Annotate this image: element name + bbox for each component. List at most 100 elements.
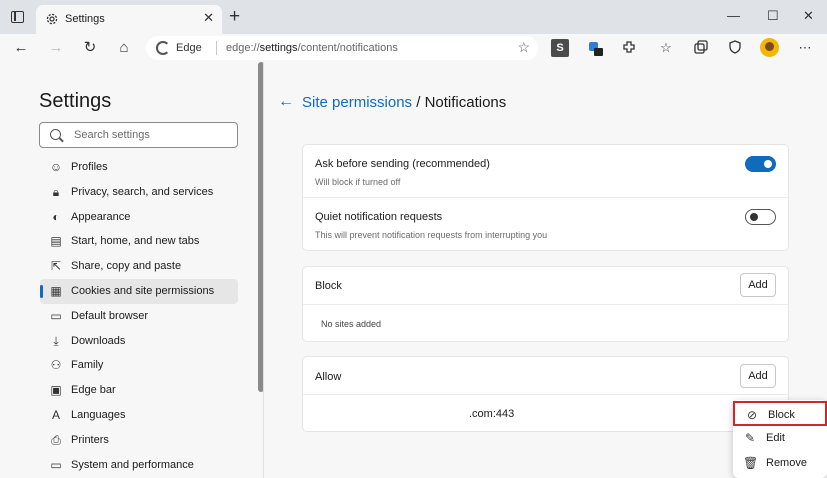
sidebar-item-privacy-search-and-services[interactable]: 🔒︎ Privacy, search, and services	[40, 180, 238, 205]
system-icon: ▭	[50, 458, 62, 472]
settings-title: Settings	[39, 90, 112, 112]
sidebar-item-label: Privacy, search, and services	[71, 186, 214, 198]
sidebar-item-label: Appearance	[71, 211, 131, 223]
ask-before-sending-title: Ask before sending (recommended)	[315, 158, 490, 170]
collections-icon[interactable]	[692, 39, 710, 57]
home-button[interactable]: ⌂	[113, 37, 135, 59]
block-title: Block	[315, 280, 342, 292]
block-add-button[interactable]: Add	[740, 273, 776, 297]
appearance-icon: ◐	[52, 210, 60, 224]
maximize-button[interactable]: ☐	[767, 8, 779, 24]
extensions-icon[interactable]	[620, 39, 638, 57]
lock-icon: 🔒︎	[52, 185, 60, 199]
menu-item-remove[interactable]: 🗑︎ Remove	[733, 451, 827, 476]
sidebar-item-family[interactable]: ⚇ Family	[40, 353, 238, 378]
url-text[interactable]: edge://settings/content/notifications	[226, 42, 398, 54]
more-options-icon[interactable]: ⋯	[796, 39, 814, 57]
menu-item-edit[interactable]: ✎ Edit	[733, 426, 827, 451]
breadcrumb: Site permissions / Notifications	[302, 94, 506, 111]
new-tab-button[interactable]: +	[229, 7, 240, 27]
quiet-requests-title: Quiet notification requests	[315, 211, 443, 223]
tab-settings[interactable]: Settings ✕	[36, 5, 222, 34]
trash-icon: 🗑︎	[743, 456, 759, 470]
url-scheme: edge://	[226, 42, 260, 54]
site-context-menu: ⊘ Block ✎ Edit 🗑︎ Remove	[733, 400, 827, 478]
sidebar-item-profiles[interactable]: ☺ Profiles	[40, 155, 238, 180]
menu-label-edit: Edit	[766, 432, 785, 444]
search-box[interactable]	[39, 122, 238, 148]
notification-settings-card: Ask before sending (recommended) Will bl…	[302, 144, 789, 251]
sidebar-item-appearance[interactable]: ◐ Appearance	[40, 205, 238, 230]
menu-label-block: Block	[768, 409, 795, 421]
sidebar-item-start-home-and-new-tabs[interactable]: ▤ Start, home, and new tabs	[40, 229, 238, 254]
edge-logo-icon	[156, 41, 170, 55]
menu-item-block[interactable]: ⊘ Block	[733, 401, 827, 426]
sidebar-item-label: Start, home, and new tabs	[71, 235, 200, 247]
printer-icon: ⎙	[51, 433, 61, 447]
search-input[interactable]	[74, 123, 234, 147]
breadcrumb-site-permissions[interactable]: Site permissions	[302, 94, 412, 111]
languages-icon: A	[51, 408, 60, 422]
extension-s-icon[interactable]: S	[551, 39, 569, 57]
allow-add-button[interactable]: Add	[740, 364, 776, 388]
allow-title: Allow	[315, 371, 342, 383]
minimize-button[interactable]: —	[727, 8, 740, 24]
sidebar-item-label: Share, copy and paste	[71, 260, 182, 272]
page-title: Notifications	[424, 94, 507, 111]
sidebar-item-label: Printers	[71, 434, 109, 446]
allowed-site: .com:443	[469, 408, 515, 420]
browser-essentials-icon[interactable]	[726, 39, 744, 57]
browser-icon: ▭	[50, 309, 62, 323]
download-icon: ⤓	[53, 334, 59, 348]
sidebar-item-label: Cookies and site permissions	[71, 285, 215, 297]
avatar[interactable]	[760, 38, 779, 57]
quiet-requests-toggle[interactable]	[745, 209, 776, 225]
sidebar-item-share-copy-and-paste[interactable]: ⇱ Share, copy and paste	[40, 254, 238, 279]
sidebar-item-default-browser[interactable]: ▭ Default browser	[40, 304, 238, 329]
card-divider	[303, 304, 788, 305]
tab-close-icon[interactable]: ✕	[203, 11, 214, 25]
menu-label-remove: Remove	[766, 457, 807, 469]
sidebar-item-label: Edge bar	[71, 384, 116, 396]
block-card: Block Add No sites added	[302, 266, 789, 342]
close-window-button[interactable]: ✕	[803, 8, 814, 24]
card-divider	[303, 197, 788, 198]
refresh-button[interactable]: ↻	[79, 37, 101, 59]
extension-badge-icon[interactable]	[586, 39, 604, 57]
pencil-icon: ✎	[744, 431, 756, 445]
sidebar-item-languages[interactable]: A Languages	[40, 403, 238, 428]
address-divider	[216, 41, 217, 55]
address-bar[interactable]: Edge edge://settings/content/notificatio…	[146, 36, 538, 60]
start-icon: ▤	[50, 234, 62, 248]
tab-title: Settings	[65, 13, 105, 25]
sidebar-item-cookies-and-site-permissions[interactable]: ▦ Cookies and site permissions	[40, 279, 238, 304]
add-favorite-icon[interactable]: ☆	[517, 39, 530, 56]
cookies-icon: ▦	[50, 284, 62, 298]
back-arrow-icon[interactable]: ←	[278, 94, 294, 110]
block-icon: ⊘	[746, 408, 758, 422]
sidebar-item-edge-bar[interactable]: ▣ Edge bar	[40, 378, 238, 403]
ask-before-sending-toggle[interactable]	[745, 156, 776, 172]
family-icon: ⚇	[50, 358, 62, 372]
forward-button[interactable]: →	[45, 37, 67, 59]
edge-label: Edge	[176, 42, 202, 54]
sidebar-item-label: System and performance	[71, 459, 194, 471]
favorites-icon[interactable]: ☆	[657, 39, 675, 57]
title-bar: Settings ✕ + — ☐ ✕	[0, 0, 827, 34]
url-path: settings	[259, 42, 298, 54]
ask-before-sending-desc: Will block if turned off	[315, 177, 401, 187]
block-empty-text: No sites added	[321, 319, 382, 329]
tab-actions-icon[interactable]	[11, 11, 24, 23]
sidebar-item-label: Profiles	[71, 161, 108, 173]
sidebar-item-downloads[interactable]: ⤓ Downloads	[40, 329, 238, 354]
back-button[interactable]: ←	[10, 37, 32, 59]
gear-icon	[46, 13, 58, 25]
settings-sidebar: Settings ☺ Profiles 🔒︎ Privacy, search, and…	[0, 62, 258, 478]
breadcrumb-separator: /	[412, 94, 425, 111]
quiet-requests-desc: This will prevent notification requests …	[315, 230, 548, 240]
sidebar-item-system-and-performance[interactable]: ▭ System and performance	[40, 453, 238, 478]
sidebar-item-label: Downloads	[71, 335, 126, 347]
edge-bar-icon: ▣	[50, 383, 62, 397]
sidebar-item-printers[interactable]: ⎙ Printers	[40, 428, 238, 453]
card-divider	[303, 394, 788, 395]
